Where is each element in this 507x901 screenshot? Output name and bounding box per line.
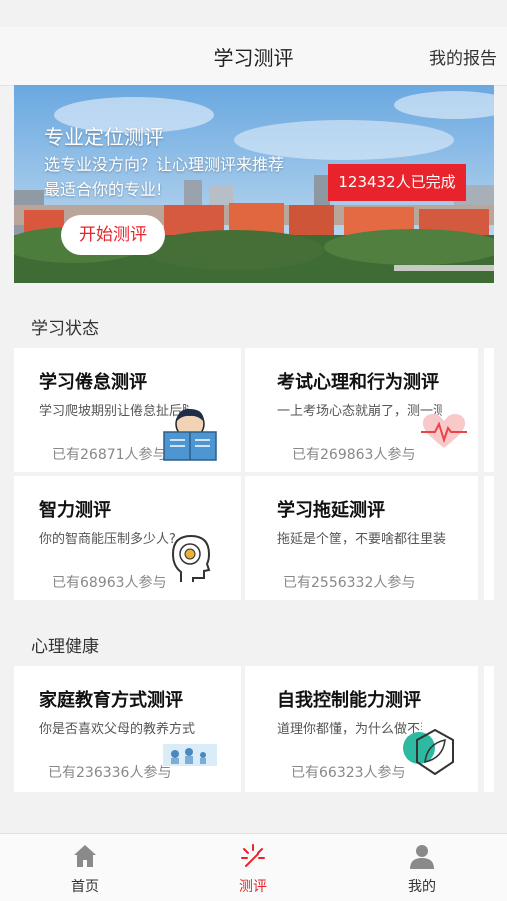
hexagon-leaf-icon [403,728,454,776]
card-count: 已有26871人参与 [52,447,167,463]
banner-subtitle: 选专业没方向？让心理测评来推荐 [44,155,285,174]
test-card-family-education[interactable]: 家庭教育方式测评 你是否喜欢父母的教养方式 已有236336人参与 [14,666,241,792]
reading-boy-icon [163,408,217,461]
card-title: 自我控制能力测评 [277,690,421,711]
next-card-edge [484,348,494,472]
card-desc: 你的智商能压制多少人? [39,532,176,547]
bottom-tab-bar: 首页 测评 我的 [0,833,507,901]
study-test-grid: 学习倦怠测评 学习爬坡期别让倦怠扯后腿 已有26871人参与 考试心理和行为测评… [14,348,494,600]
test-card-study-burnout[interactable]: 学习倦怠测评 学习爬坡期别让倦怠扯后腿 已有26871人参与 [14,348,241,472]
tab-home[interactable]: 首页 [35,834,135,901]
card-title: 家庭教育方式测评 [39,690,183,711]
promo-banner[interactable]: 专业定位测评 选专业没方向？让心理测评来推荐 最适合你的专业! 123432人已… [14,85,494,283]
mental-test-grid: 家庭教育方式测评 你是否喜欢父母的教养方式 已有236336人参与 自我控制能力… [14,666,494,792]
section-mental-health: 心理健康 [31,637,99,657]
next-card-edge [484,476,494,600]
heartbeat-icon [421,414,467,448]
tab-mine-label: 我的 [408,879,436,895]
tab-assessment-label: 测评 [239,879,267,895]
home-icon [74,845,96,867]
card-count: 已有66323人参与 [291,765,406,781]
card-desc: 你是否喜欢父母的教养方式 [39,722,196,737]
family-photo-icon [163,744,217,766]
banner-title: 专业定位测评 [44,125,164,149]
nav-bar: 学习测评 我的报告 [0,27,507,86]
tab-home-label: 首页 [71,879,99,895]
next-card-edge [484,666,494,792]
test-card-exam-psychology[interactable]: 考试心理和行为测评 一上考场心态就崩了，测一测 已有269863人参与 [245,348,478,472]
test-card-intelligence[interactable]: 智力测评 你的智商能压制多少人? 已有68963人参与 [14,476,241,600]
card-desc: 拖延是个筐，不要啥都往里装 [277,532,447,547]
test-card-procrastination[interactable]: 学习拖延测评 拖延是个筐，不要啥都往里装 已有2556332人参与 [245,476,478,600]
card-count: 已有236336人参与 [48,765,172,781]
my-report-link[interactable]: 我的报告 [429,44,497,69]
card-count: 已有2556332人参与 [283,575,416,591]
card-title: 考试心理和行为测评 [277,372,439,393]
sparkle-icon [241,844,265,867]
start-test-button[interactable]: 开始测评 [61,215,165,255]
card-count: 已有269863人参与 [292,447,416,463]
card-title: 智力测评 [39,500,111,521]
brain-head-icon [171,534,211,582]
test-card-self-control[interactable]: 自我控制能力测评 道理你都懂，为什么做不到 已有66323人参与 [245,666,478,792]
status-bar [0,0,507,27]
card-title: 学习拖延测评 [277,500,385,521]
completed-count-badge: 123432人已完成 [328,164,466,201]
card-count: 已有68963人参与 [52,575,167,591]
section-study-status: 学习状态 [31,319,99,339]
card-desc: 一上考场心态就崩了，测一测 [277,404,442,419]
card-title: 学习倦怠测评 [39,372,147,393]
banner-subtitle-2: 最适合你的专业! [44,180,163,199]
user-icon [410,845,434,869]
tab-mine[interactable]: 我的 [372,834,472,901]
tab-assessment[interactable]: 测评 [203,834,303,901]
